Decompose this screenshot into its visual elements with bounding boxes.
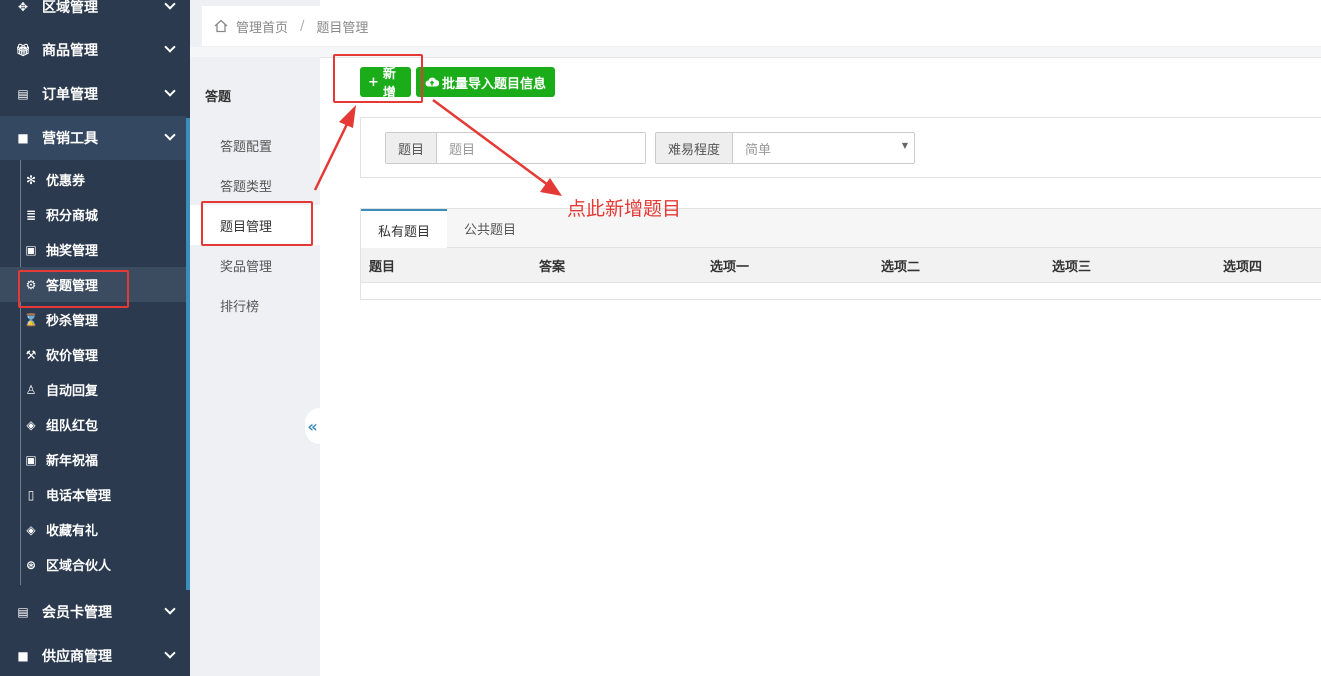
home-icon <box>214 19 228 33</box>
caret-down-icon: ▼ <box>901 141 908 150</box>
sidebar-subitem-team-redpacket[interactable]: ◈ 组队红包 <box>0 407 186 442</box>
sidebar-subitem-label: 积分商城 <box>46 209 99 224</box>
column-header-option-1: 选项一 <box>710 260 750 275</box>
yelp-icon: ✻ <box>25 172 37 187</box>
difficulty-select[interactable]: 简单 ▼ <box>733 133 914 163</box>
briefcase-icon: ■ <box>17 649 29 663</box>
annotation-box-sidebar <box>18 270 129 308</box>
sidebar-subitem-auto-reply[interactable]: ♙ 自动回复 <box>0 372 186 407</box>
column-header-answer: 答案 <box>539 260 566 275</box>
sidebar-item-member-card[interactable]: ▤ 会员卡管理 <box>0 590 186 634</box>
breadcrumb-separator: / <box>300 18 305 34</box>
difficulty-filter: 难易程度 简单 ▼ <box>655 132 915 164</box>
batch-import-button-label: 批量导入题目信息 <box>441 76 546 92</box>
sidebar-item-marketing[interactable]: ■ 营销工具 <box>0 116 186 160</box>
briefcase-icon: ■ <box>17 131 29 145</box>
subnav-item-quiz-type[interactable]: 答题类型 <box>190 165 320 205</box>
chevron-down-icon <box>164 0 176 10</box>
cloud-upload-icon <box>425 77 439 87</box>
sidebar-item-region[interactable]: ✥ 区域管理 <box>0 0 186 29</box>
list-icon: ▤ <box>17 87 29 101</box>
filter-panel: 题目 题目 难易程度 简单 ▼ <box>360 117 1321 178</box>
subnav-item-leaderboard[interactable]: 排行榜 <box>190 285 320 325</box>
hourglass-icon: ⌛ <box>23 312 39 327</box>
question-input[interactable]: 题目 <box>437 133 645 163</box>
gavel-icon: ⚒ <box>25 347 37 362</box>
sidebar-subitem-label: 组队红包 <box>46 419 99 434</box>
phone-icon: ▯ <box>27 487 35 502</box>
chevron-down-icon <box>164 129 176 141</box>
question-filter-label: 题目 <box>386 133 438 163</box>
column-header-question: 题目 <box>369 260 396 275</box>
subnav-item-prize-manage[interactable]: 奖品管理 <box>190 245 320 285</box>
gift-icon: 🎁︎ <box>15 43 31 57</box>
chevron-down-icon <box>164 647 176 659</box>
secondary-nav-title: 答题 <box>205 90 232 105</box>
question-table: 私有题目 公共题目 题目 答案 选项一 选项二 选项三 选项四 <box>360 208 1321 300</box>
chevron-down-icon <box>164 85 176 97</box>
gift-icon: ▣ <box>25 452 37 467</box>
gift-icon: ▣ <box>25 242 37 257</box>
sidebar-subitem-label: 收藏有礼 <box>46 524 99 539</box>
annotation-box-add <box>333 54 423 103</box>
tags-icon: ◈ <box>26 522 36 537</box>
table-header: 题目 答案 选项一 选项二 选项三 选项四 <box>361 248 1321 283</box>
sidebar: ✥ 区域管理 🎁︎ 商品管理 ▤ 订单管理 ■ 营销工具 ✻ 优惠券 ≣ 积分商… <box>0 0 190 676</box>
difficulty-select-value: 简单 <box>745 142 772 158</box>
sidebar-subitem-region-partner[interactable]: ⊛ 区域合伙人 <box>0 547 186 582</box>
breadcrumb: 管理首页 / 题目管理 <box>202 6 1321 47</box>
sidebar-item-supplier[interactable]: ■ 供应商管理 <box>0 634 186 676</box>
database-icon: ≣ <box>25 207 37 222</box>
chevron-down-icon <box>164 41 176 53</box>
difficulty-filter-label: 难易程度 <box>656 133 734 163</box>
sidebar-item-label: 营销工具 <box>42 131 98 147</box>
sidebar-subitem-label: 区域合伙人 <box>46 559 112 574</box>
crosshair-icon: ✥ <box>17 0 29 14</box>
column-header-option-3: 选项三 <box>1052 260 1092 275</box>
tab-bar: 私有题目 公共题目 <box>361 209 1321 249</box>
sidebar-subitem-coupon[interactable]: ✻ 优惠券 <box>0 162 186 197</box>
breadcrumb-current: 题目管理 <box>316 20 369 36</box>
tab-private-questions[interactable]: 私有题目 <box>361 209 447 249</box>
sidebar-subitem-points-mall[interactable]: ≣ 积分商城 <box>0 197 186 232</box>
question-filter: 题目 题目 <box>385 132 646 164</box>
sidebar-subitem-new-year[interactable]: ▣ 新年祝福 <box>0 442 186 477</box>
column-header-option-2: 选项二 <box>881 260 921 275</box>
sidebar-subitem-label: 优惠券 <box>46 174 86 189</box>
tag-icon: ◈ <box>26 417 36 432</box>
user-icon: ♙ <box>25 382 37 397</box>
sidebar-subitem-bargain[interactable]: ⚒ 砍价管理 <box>0 337 186 372</box>
secondary-nav: 答题 答题配置 答题类型 题目管理 奖品管理 排行榜 <box>190 0 320 676</box>
batch-import-button[interactable]: 批量导入题目信息 <box>416 67 555 97</box>
chevron-down-icon <box>164 603 176 615</box>
id-card-icon: ▤ <box>17 605 29 619</box>
sidebar-subitem-phonebook[interactable]: ▯ 电话本管理 <box>0 477 186 512</box>
tab-public-questions[interactable]: 公共题目 <box>447 209 533 248</box>
sidebar-item-label: 供应商管理 <box>42 649 112 665</box>
breadcrumb-home-link[interactable]: 管理首页 <box>236 17 288 36</box>
column-header-option-4: 选项四 <box>1223 260 1263 275</box>
sidebar-subitem-label: 抽奖管理 <box>46 244 99 259</box>
subnav-item-quiz-config[interactable]: 答题配置 <box>190 125 320 165</box>
sidebar-subitem-lottery[interactable]: ▣ 抽奖管理 <box>0 232 186 267</box>
sidebar-item-label: 会员卡管理 <box>42 605 112 621</box>
annotation-text: 点此新增题目 <box>567 198 682 220</box>
sidebar-item-goods[interactable]: 🎁︎ 商品管理 <box>0 28 186 72</box>
sidebar-subitem-label: 砍价管理 <box>46 349 99 364</box>
sidebar-item-orders[interactable]: ▤ 订单管理 <box>0 72 186 116</box>
sidebar-item-label: 商品管理 <box>42 43 98 59</box>
sidebar-subitem-label: 电话本管理 <box>46 489 112 504</box>
sidebar-item-label: 订单管理 <box>42 87 98 103</box>
sidebar-subitem-label: 秒杀管理 <box>46 314 99 329</box>
annotation-box-subnav <box>201 201 313 246</box>
sidebar-item-label: 区域管理 <box>42 0 98 16</box>
sidebar-subitem-favorite-gift[interactable]: ◈ 收藏有礼 <box>0 512 186 547</box>
sidebar-subitem-label: 新年祝福 <box>46 454 99 469</box>
sidebar-subitem-label: 自动回复 <box>46 384 99 399</box>
dribbble-icon: ⊛ <box>25 557 37 572</box>
